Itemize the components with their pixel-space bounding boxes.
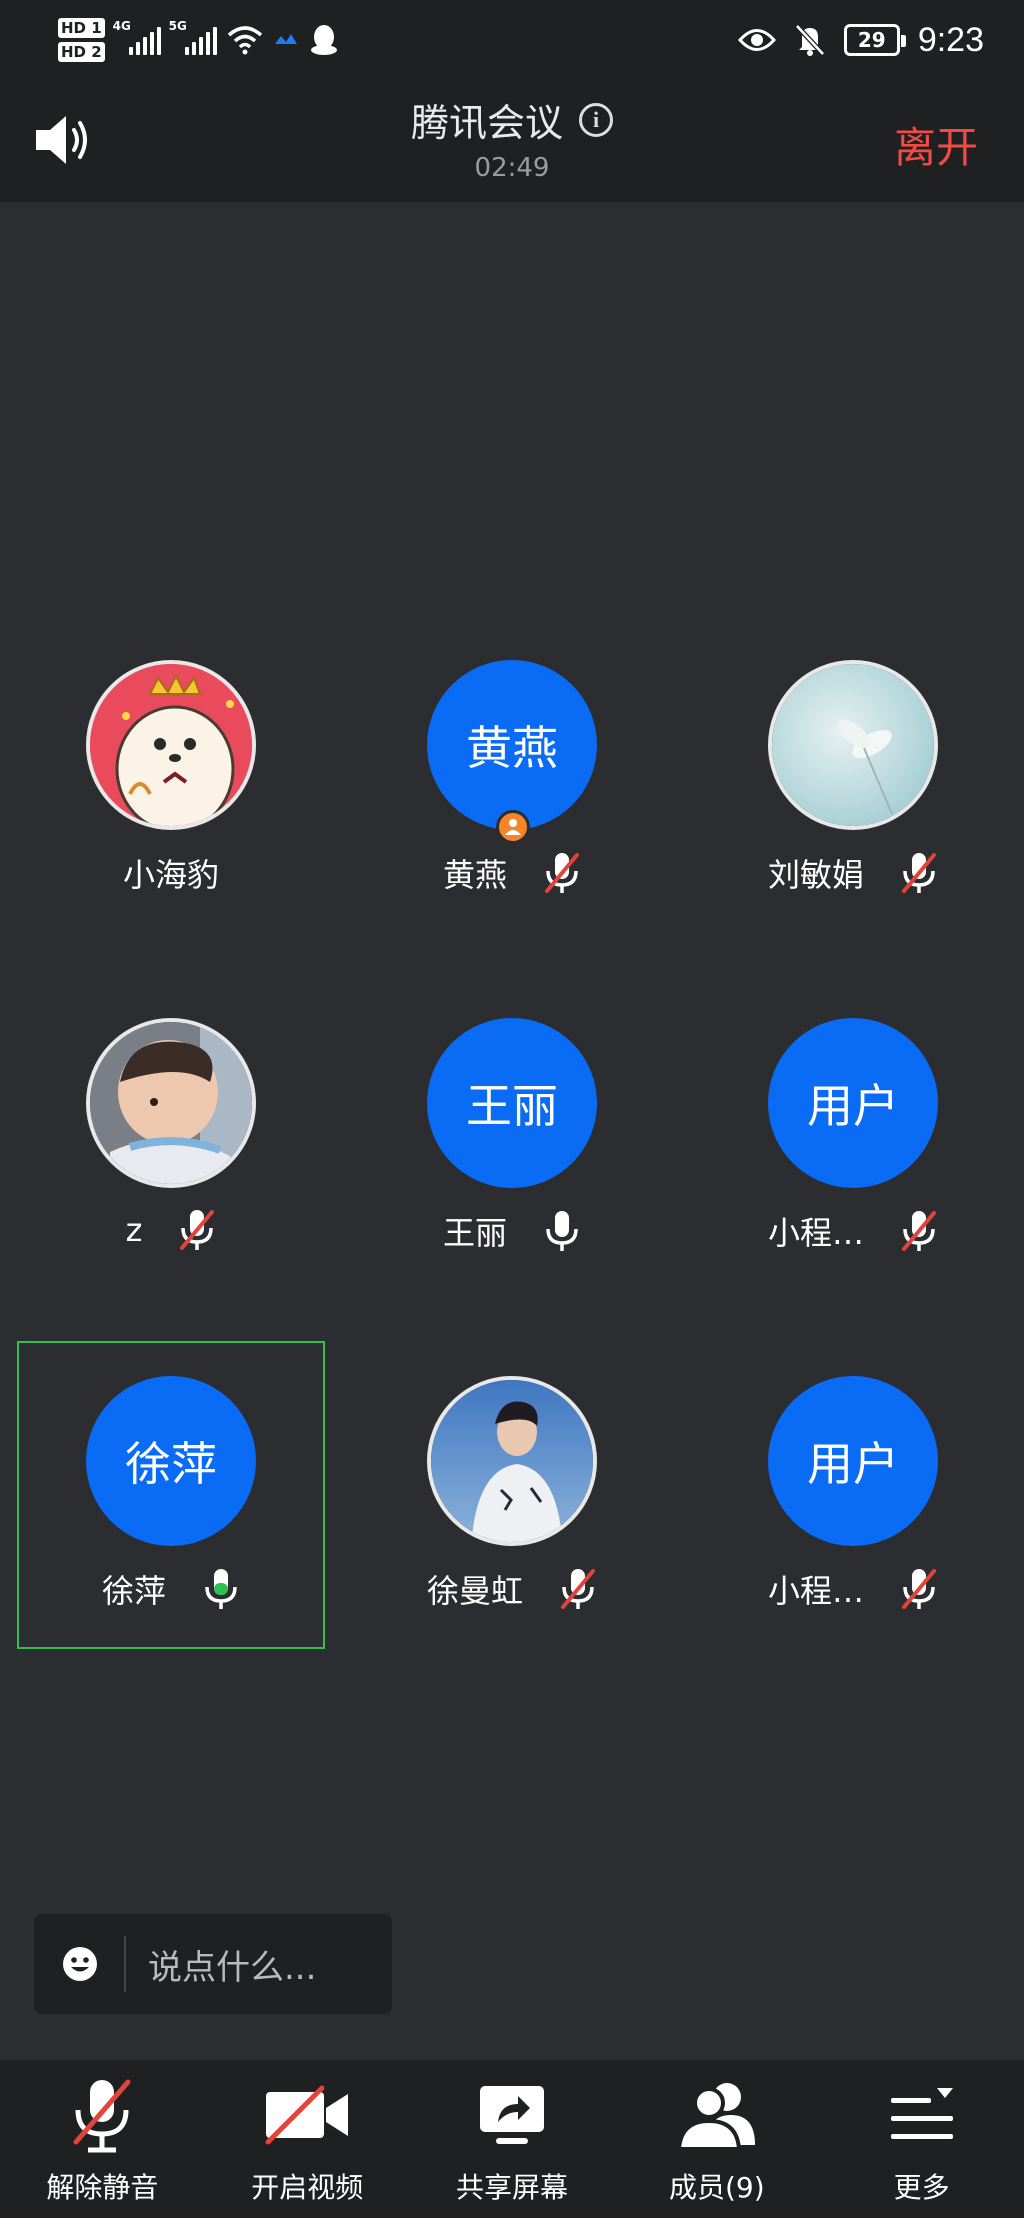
start-video-button[interactable]: 开启视频 (205, 2060, 410, 2218)
avatar (86, 660, 256, 830)
start-video-label: 开启视频 (251, 2171, 364, 2204)
mic-muted-icon (180, 1210, 215, 1250)
avatar: 王丽 (427, 1018, 597, 1188)
status-right: 29 9:23 (737, 14, 984, 66)
share-screen-label: 共享屏幕 (455, 2171, 568, 2204)
name-row: 徐曼虹 (359, 1566, 665, 1612)
meeting-timer: 02:49 (474, 153, 550, 183)
mic-muted-icon (902, 1569, 936, 1609)
participant-tile[interactable]: 徐曼虹 (359, 1356, 665, 1656)
sim1-badge: HD 1 (58, 18, 105, 38)
participant-name: 刘敏娟 (767, 856, 864, 894)
name-row: 徐萍 (18, 1566, 324, 1612)
mic-muted-icon (73, 2079, 131, 2153)
meeting-title: 腾讯会议 (410, 101, 563, 145)
members-label: 成员(9) (668, 2171, 765, 2204)
chat-placeholder[interactable]: 说点什么... (148, 1940, 316, 1989)
emoji-icon[interactable] (62, 1946, 98, 1982)
participant-tile[interactable]: 小海豹 (18, 640, 324, 940)
signal-4g-icon: 4G (113, 19, 161, 55)
unmute-button[interactable]: 解除静音 (0, 2060, 205, 2218)
qq-icon (310, 25, 337, 55)
name-row: 黄燕 (359, 850, 665, 896)
status-bar: HD 1 HD 2 4G 5G 29 9:23 (0, 0, 1024, 80)
participant-name: 小程… (767, 1572, 864, 1610)
sim2-badge: HD 2 (58, 42, 105, 62)
share-screen-button[interactable]: 共享屏幕 (410, 2060, 615, 2218)
mic-icon (546, 1211, 578, 1251)
avatar: 黄燕 (427, 660, 597, 830)
participant-tile[interactable]: 用户 小程… (700, 998, 1006, 1298)
eye-icon (737, 29, 776, 51)
avatar (427, 1376, 597, 1546)
mic-muted-icon (902, 853, 936, 893)
info-icon[interactable]: i (579, 102, 613, 137)
avatar (768, 660, 938, 830)
battery-icon: 29 (843, 24, 906, 56)
status-left: HD 1 HD 2 4G 5G (58, 12, 339, 68)
name-row: 刘敏娟 (700, 850, 1006, 896)
host-badge-icon (496, 810, 530, 844)
more-button[interactable]: 更多 (819, 2060, 1024, 2218)
mic-muted-icon (902, 1211, 936, 1251)
share-screen-icon (479, 2086, 544, 2144)
mic-muted-icon (561, 1569, 595, 1609)
seal-sticker-image (90, 664, 252, 826)
name-row: z (18, 1208, 324, 1252)
mic-speaking-icon (205, 1569, 237, 1609)
bell-muted-icon (794, 24, 825, 56)
participant-tile[interactable]: 用户 小程… (700, 1356, 1006, 1656)
participant-name: 徐萍 (101, 1572, 166, 1610)
participant-name: 王丽 (442, 1214, 507, 1252)
participant-tile[interactable]: 王丽 王丽 (359, 998, 665, 1298)
participant-tile[interactable]: 黄燕 黄燕 (359, 640, 665, 940)
signal-5g-icon: 5G (169, 19, 217, 55)
bottom-toolbar: 解除静音 开启视频 共享屏幕 成员(9) 更多 (0, 2060, 1024, 2218)
unmute-label: 解除静音 (46, 2171, 159, 2204)
meeting-header: 腾讯会议 i 02:49 离开 (0, 80, 1024, 202)
participant-name: 黄燕 (442, 856, 507, 894)
wifi-icon (227, 26, 262, 55)
chat-input[interactable]: 说点什么... (34, 1914, 392, 2014)
name-row: 小海豹 (18, 850, 324, 896)
participant-name: z (125, 1211, 143, 1249)
title-block: 腾讯会议 i 02:49 (0, 92, 1024, 183)
name-row: 王丽 (359, 1208, 665, 1254)
leave-button[interactable]: 离开 (894, 114, 978, 175)
name-row: 小程… (700, 1208, 1006, 1254)
participant-tile[interactable]: z (18, 998, 324, 1298)
chat-divider (124, 1936, 126, 1992)
members-icon (676, 2083, 755, 2151)
more-label: 更多 (893, 2171, 950, 2204)
avatar (86, 1018, 256, 1188)
more-menu-icon (890, 2088, 953, 2139)
participant-name: 小程… (767, 1214, 864, 1252)
flower-photo-image (772, 664, 934, 826)
avatar: 用户 (768, 1018, 938, 1188)
members-button[interactable]: 成员(9) (614, 2060, 819, 2218)
participant-tile[interactable]: 徐萍 徐萍 (18, 1356, 324, 1656)
participant-name: 小海豹 (122, 856, 219, 894)
avatar: 徐萍 (86, 1376, 256, 1546)
baby-photo-image (90, 1022, 252, 1184)
clock: 9:23 (917, 20, 984, 59)
avatar: 用户 (768, 1376, 938, 1546)
participant-tile[interactable]: 刘敏娟 (700, 640, 1006, 940)
man-photo-image (431, 1380, 593, 1542)
mic-muted-icon (545, 853, 579, 893)
name-row: 小程… (700, 1566, 1006, 1612)
app-notification-icon (274, 34, 297, 44)
participant-name: 徐曼虹 (426, 1572, 523, 1610)
video-off-icon (265, 2085, 349, 2145)
